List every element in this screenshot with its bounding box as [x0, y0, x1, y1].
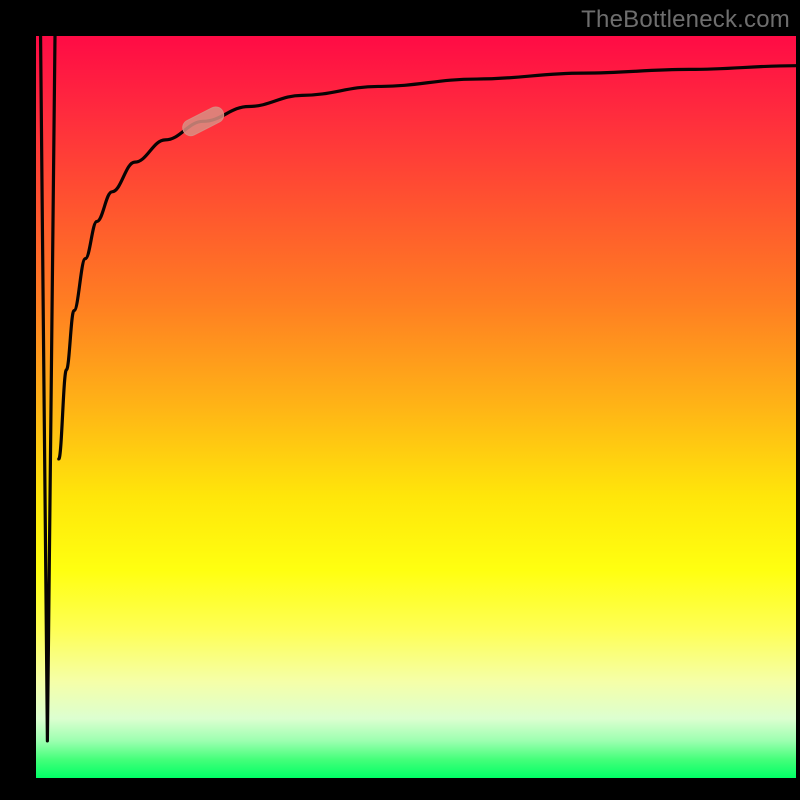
series-spike — [41, 36, 55, 741]
curve-layer — [36, 36, 796, 778]
plot-area — [36, 36, 796, 778]
series-curve — [59, 66, 796, 459]
chart-frame: TheBottleneck.com — [0, 0, 800, 800]
curve-marker — [180, 104, 226, 138]
attribution-text: TheBottleneck.com — [581, 6, 790, 34]
